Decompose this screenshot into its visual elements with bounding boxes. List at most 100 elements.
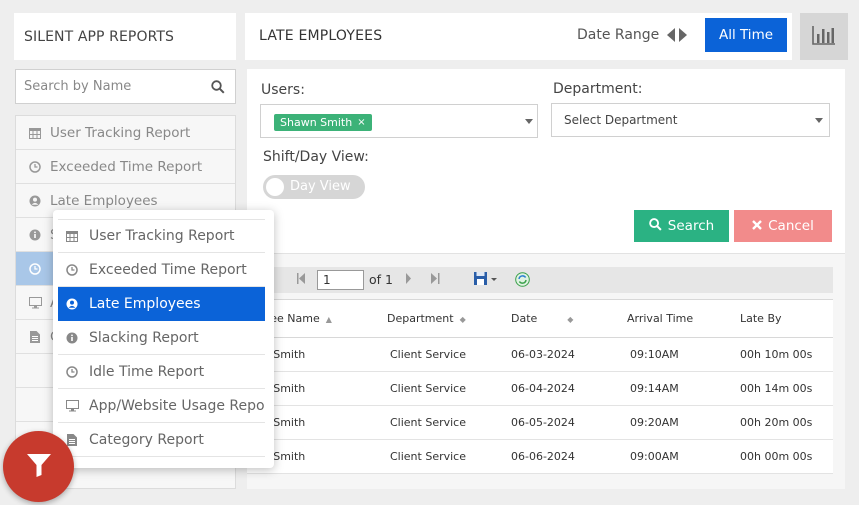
clock-icon [65,365,79,378]
report-toolbar: of 1 [247,267,833,293]
column-header[interactable]: Arrival Time [617,299,730,338]
bar-chart-icon [812,25,836,49]
page-count: of 1 [369,272,393,287]
menu-item-category[interactable]: Category Report [58,423,265,457]
report-panel: Users: Shawn Smith × Department: Select … [247,69,845,489]
table-header-row: ployee Name ▲ Department ◆ Date ◆ Arrival T… [247,299,833,338]
menu-item-label: Category Report [89,431,204,448]
table-cell: 00h 20m 00s [730,405,833,440]
report-dropdown-menu: User Tracking Report Exceeded Time Repor… [53,210,274,468]
shift-view-label: Shift/Day View: [263,149,369,165]
table-cell: 06-06-2024 [501,439,617,474]
sidebar-item-user-tracking[interactable]: User Tracking Report [16,116,235,150]
table-cell: 00h 10m 00s [730,337,833,372]
menu-item-label: Late Employees [89,295,201,312]
sidebar-item-label: Exceeded Time Report [50,158,203,175]
table-cell: 00h 14m 00s [730,371,833,406]
arrow-left-icon[interactable] [666,27,676,47]
table-cell: 09:10AM [617,337,730,372]
chevron-down-icon [525,119,533,124]
export-save-icon[interactable] [473,271,499,290]
last-page-icon[interactable] [430,273,440,287]
info-icon [65,332,79,344]
menu-item-exceeded-time[interactable]: Exceeded Time Report [58,253,265,287]
report-header: LATE EMPLOYEES Date Range All Time [245,13,792,60]
search-button[interactable]: Search [634,210,729,242]
page-number-input[interactable] [317,270,364,290]
menu-item-label: User Tracking Report [89,228,235,244]
menu-item-label: App/Website Usage Repo [89,397,265,414]
table-row: awn Smith Client Service 06-05-2024 09:2… [247,405,833,440]
table-cell: 06-05-2024 [501,405,617,440]
users-multiselect[interactable]: Shawn Smith × [260,104,538,138]
user-chip-label: Shawn Smith [280,116,353,129]
late-employees-table: ployee Name ▲ Department ◆ Date ◆ Arrival T… [247,299,833,474]
filter-fab-button[interactable] [3,431,74,502]
calendar-icon [28,127,42,139]
sort-icon: ◆ [459,315,466,324]
menu-item-late-employees[interactable]: Late Employees [58,287,265,321]
column-header[interactable]: Department ◆ [377,299,501,338]
chart-view-button[interactable] [800,13,848,60]
sidebar-title: SILENT APP REPORTS [14,13,236,60]
search-input[interactable] [16,70,201,103]
table-cell: Client Service [377,405,501,440]
menu-item-idle-time[interactable]: Idle Time Report [58,355,265,389]
sidebar-item-exceeded-time[interactable]: Exceeded Time Report [16,150,235,184]
toggle-knob [266,178,284,196]
users-label: Users: [261,82,305,98]
close-icon [752,218,762,234]
report-viewer: of 1 ployee Name▲ Department◆ Date◆ Arri… [247,253,845,489]
sort-icon: ▲ [325,315,332,324]
table-cell: Client Service [377,439,501,474]
monitor-icon [28,296,42,309]
all-time-button[interactable]: All Time [705,18,787,52]
menu-item-app-usage[interactable]: App/Website Usage Repo [58,389,265,423]
menu-item-label: Idle Time Report [89,363,205,380]
chip-remove-icon[interactable]: × [357,117,365,128]
menu-item-user-tracking[interactable]: User Tracking Report [58,219,265,253]
table-cell: 09:14AM [617,371,730,406]
clock-icon [28,262,42,275]
department-select[interactable]: Select Department [551,103,830,137]
table-cell: 00h 00m 00s [730,439,833,474]
column-header[interactable]: Date ◆ [501,299,617,338]
date-range-label: Date Range [577,27,660,43]
calendar-icon [65,230,79,242]
department-label: Department: [553,81,643,97]
search-icon[interactable] [211,79,225,98]
sidebar-search [15,69,236,104]
date-range-arrows [666,27,688,47]
sidebar-item-label: User Tracking Report [50,124,191,141]
menu-item-label: Slacking Report [89,329,199,346]
arrow-right-icon[interactable] [678,27,688,47]
first-page-icon[interactable] [297,273,306,287]
table-cell: 06-04-2024 [501,371,617,406]
user-circle-icon [28,195,42,207]
refresh-icon[interactable] [515,272,530,290]
column-header[interactable]: Late By [730,299,833,338]
next-page-icon[interactable] [405,273,412,287]
menu-item-slacking[interactable]: Slacking Report [58,321,265,355]
clock-icon [65,263,79,276]
table-row: awn Smith Client Service 06-04-2024 09:1… [247,371,833,406]
table-cell: Client Service [377,371,501,406]
document-icon [28,330,42,343]
search-button-label: Search [667,218,715,234]
page-title: LATE EMPLOYEES [259,28,383,44]
day-view-toggle[interactable]: Day View [263,175,365,199]
clock-icon [28,160,42,173]
user-chip: Shawn Smith × [274,114,372,131]
toggle-label: Day View [290,179,351,194]
table-cell: 09:00AM [617,439,730,474]
cancel-button[interactable]: Cancel [734,210,832,242]
document-icon [65,433,79,446]
cancel-button-label: Cancel [768,218,814,234]
table-cell: 09:20AM [617,405,730,440]
user-circle-icon [65,298,79,310]
table-row: awn Smith Client Service 06-06-2024 09:0… [247,439,833,474]
sidebar-item-label: Late Employees [50,192,158,209]
department-select-value: Select Department [564,113,678,127]
chevron-down-icon [815,118,823,123]
table-row: awn Smith Client Service 06-03-2024 09:1… [247,337,833,372]
